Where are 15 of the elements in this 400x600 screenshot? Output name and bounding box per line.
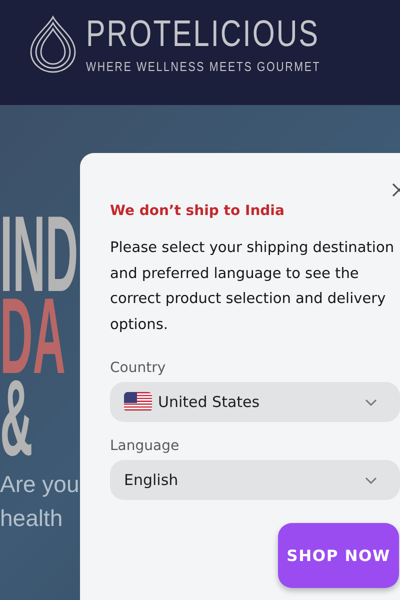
dialog-message: Please select your shipping destination and preferred language to see the correct product selection and delivery options. (110, 239, 395, 334)
hero-heading: IND (0, 213, 78, 295)
shop-now-button[interactable]: SHOP NOW (278, 523, 399, 588)
field-label: Country (110, 360, 167, 376)
brand-tagline: WHERE WELLNESS MEETS GOURMET (86, 59, 321, 74)
drop-logo-icon (28, 15, 78, 73)
hero-subtitle: Are you (0, 470, 80, 499)
hero-heading: & (0, 377, 33, 459)
hero-heading: DA (0, 295, 66, 377)
field-label: Language (110, 438, 180, 454)
select-field[interactable]: United States (110, 382, 400, 422)
select-field[interactable]: English (110, 460, 400, 500)
hero-subtitle: health (0, 504, 63, 533)
dialog-title: We don’t ship to India (110, 203, 286, 219)
brand-name: PROTELICIOUS (86, 15, 320, 53)
